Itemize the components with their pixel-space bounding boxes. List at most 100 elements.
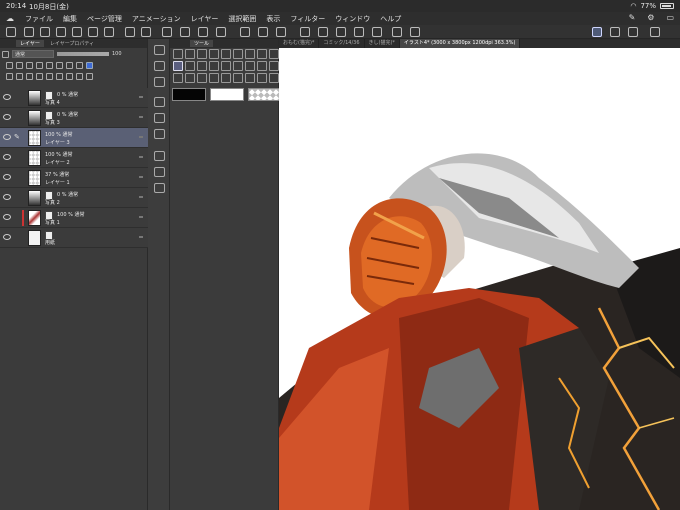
menu-layer[interactable]: レイヤー	[186, 14, 224, 24]
balloon-icon[interactable]	[245, 73, 255, 83]
pen-tool-selected-icon[interactable]	[173, 61, 183, 71]
clear-icon[interactable]	[180, 27, 190, 37]
doc-tab[interactable]: コミック/14/36	[319, 39, 365, 48]
new-vector-layer-icon[interactable]	[16, 73, 23, 80]
layer-handle-icon[interactable]	[139, 176, 143, 178]
mask-icon[interactable]	[56, 62, 63, 69]
blend-mode-select[interactable]: 通常	[12, 50, 54, 58]
history-icon[interactable]	[154, 167, 165, 177]
gradient-icon[interactable]	[185, 73, 195, 83]
opacity-slider[interactable]	[57, 52, 109, 56]
ruler-tool-icon[interactable]	[221, 73, 231, 83]
apply-mask-icon[interactable]	[76, 73, 83, 80]
visibility-eye-icon[interactable]	[3, 154, 11, 160]
menu-filter[interactable]: フィルター	[285, 14, 330, 24]
layer-row[interactable]: 100 % 通常 レイヤー 2	[0, 148, 148, 168]
move-icon[interactable]	[209, 49, 219, 59]
pen-icon[interactable]	[610, 27, 620, 37]
ruler-icon[interactable]	[410, 27, 420, 37]
menu-view[interactable]: 表示	[261, 14, 285, 24]
fill-tool-icon[interactable]	[173, 73, 183, 83]
visibility-eye-icon[interactable]	[3, 174, 11, 180]
file-icon[interactable]	[154, 61, 165, 71]
reference-icon[interactable]	[16, 62, 23, 69]
undo-icon[interactable]	[125, 27, 135, 37]
clip-icon[interactable]	[6, 62, 13, 69]
airbrush-icon[interactable]	[209, 61, 219, 71]
pencil-icon[interactable]	[628, 27, 638, 37]
new-folder-icon[interactable]	[26, 73, 33, 80]
loading-icon[interactable]	[162, 27, 172, 37]
frame-icon[interactable]	[209, 73, 219, 83]
fill-icon[interactable]	[198, 27, 208, 37]
draft-icon[interactable]	[26, 62, 33, 69]
navigator-icon[interactable]	[154, 97, 165, 107]
line-correction-icon[interactable]	[257, 73, 267, 83]
cloud-icon[interactable]	[56, 27, 66, 37]
eraser-icon[interactable]	[154, 129, 165, 139]
ruler-layer-icon[interactable]	[76, 62, 83, 69]
tab-tool[interactable]: ツール	[190, 40, 214, 47]
tab-layer[interactable]: レイヤー	[16, 40, 44, 47]
transform-icon[interactable]	[216, 27, 226, 37]
layer-row-selected[interactable]: ✎ 100 % 通常 レイヤー 3	[0, 128, 148, 148]
layer-row[interactable]: 0 % 通常 写真 4	[0, 88, 148, 108]
doc-tab-active[interactable]: イラスト4* (3000 x 3800px 1200dpi 363.3%)	[399, 39, 521, 48]
export-icon[interactable]	[88, 27, 98, 37]
merge-down-icon[interactable]	[46, 73, 53, 80]
layer-handle-icon[interactable]	[139, 216, 143, 218]
pen-tool-icon[interactable]	[154, 77, 165, 87]
eraser-tool-icon[interactable]	[233, 61, 243, 71]
layer-row[interactable]: 37 % 通常 レイヤー 1	[0, 168, 148, 188]
mask-create-icon[interactable]	[66, 73, 73, 80]
selection-icon[interactable]	[233, 49, 243, 59]
smartphone-icon[interactable]	[650, 27, 660, 37]
select-all-icon[interactable]	[240, 27, 250, 37]
snap-off-icon[interactable]	[372, 27, 382, 37]
hamburger-menu-icon[interactable]	[6, 27, 16, 37]
lock-transparent-icon[interactable]	[46, 62, 53, 69]
merge-icon[interactable]	[56, 73, 63, 80]
visibility-eye-icon[interactable]	[3, 214, 11, 220]
text-tool-icon[interactable]	[233, 73, 243, 83]
doc-tab[interactable]: おもむ(猫完)*	[279, 39, 320, 48]
layer-handle-icon[interactable]	[139, 96, 143, 98]
new-raster-layer-icon[interactable]	[6, 73, 13, 80]
new-canvas-icon[interactable]	[24, 27, 34, 37]
transfer-down-icon[interactable]	[36, 73, 43, 80]
visibility-eye-icon[interactable]	[3, 234, 11, 240]
main-color-swatch[interactable]	[172, 88, 206, 101]
visibility-eye-icon[interactable]	[3, 134, 11, 140]
deselect-icon[interactable]	[258, 27, 268, 37]
layer-row[interactable]: 0 % 通常 写真 2	[0, 188, 148, 208]
snap-grid-icon[interactable]	[318, 27, 328, 37]
visibility-eye-icon[interactable]	[3, 114, 11, 120]
color-set-icon[interactable]	[154, 183, 165, 193]
brush-icon[interactable]	[154, 113, 165, 123]
hand-icon[interactable]	[185, 49, 195, 59]
snap-special-icon[interactable]	[354, 27, 364, 37]
menu-selection[interactable]: 選択範囲	[223, 14, 261, 24]
doc-tab[interactable]: きし(猫完)*	[365, 39, 400, 48]
visibility-eye-icon[interactable]	[3, 94, 11, 100]
menu-edit[interactable]: 編集	[58, 14, 82, 24]
open-icon[interactable]	[40, 27, 50, 37]
sub-color-swatch[interactable]	[210, 88, 244, 101]
more-icon[interactable]: ▭	[666, 13, 674, 22]
blend-icon[interactable]	[245, 61, 255, 71]
visibility-eye-icon[interactable]	[3, 194, 11, 200]
opacity-value[interactable]: 100	[112, 51, 122, 57]
menu-window[interactable]: ウィンドウ	[330, 14, 375, 24]
canvas[interactable]	[279, 48, 680, 510]
redo-icon[interactable]	[141, 27, 151, 37]
delete-layer-icon[interactable]	[86, 73, 93, 80]
pencil-tool-icon[interactable]	[185, 61, 195, 71]
layer-row[interactable]: 0 % 通常 写真 3	[0, 108, 148, 128]
print-icon[interactable]	[104, 27, 114, 37]
rotate-icon[interactable]	[197, 49, 207, 59]
menu-help[interactable]: ヘルプ	[375, 14, 406, 24]
layer-row[interactable]: 用紙	[0, 228, 148, 248]
lock-icon[interactable]	[36, 62, 43, 69]
panel-toggle-icon[interactable]	[154, 45, 165, 55]
palette-icon[interactable]	[66, 62, 73, 69]
